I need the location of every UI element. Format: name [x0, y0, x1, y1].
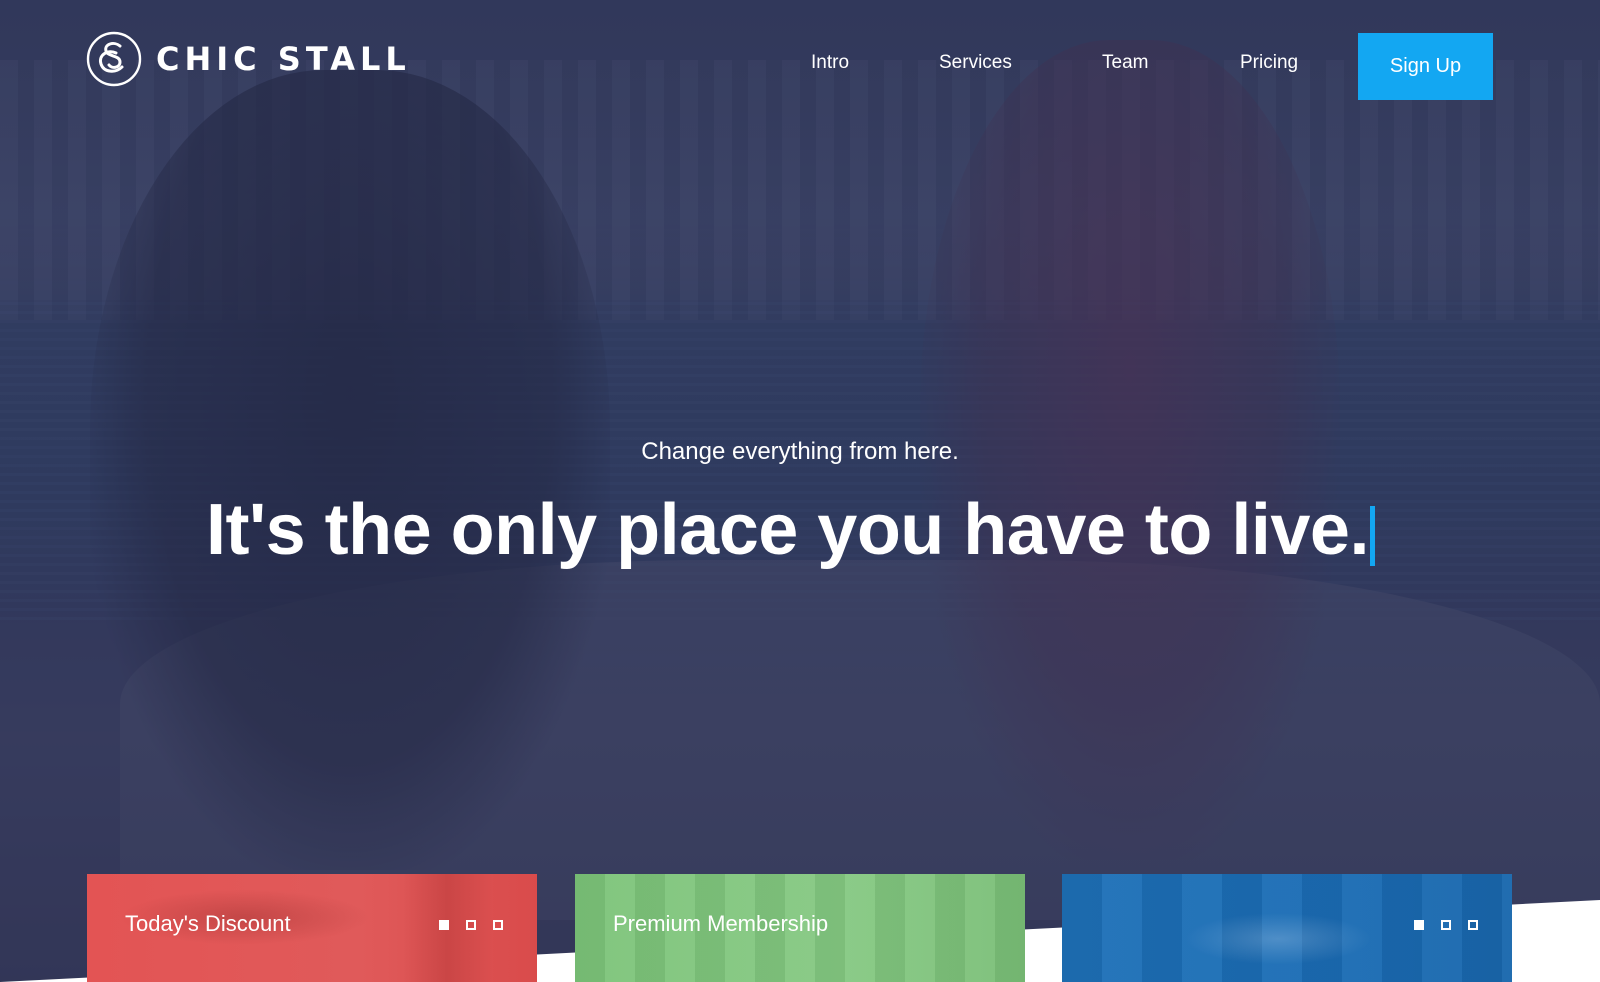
sign-up-button[interactable]: Sign Up	[1358, 33, 1493, 100]
brand-logo[interactable]: CHIC STALL	[86, 31, 411, 87]
nav-link-intro[interactable]: Intro	[811, 49, 849, 77]
nav-link-pricing[interactable]: Pricing	[1240, 49, 1298, 77]
nav-link-team[interactable]: Team	[1102, 49, 1148, 77]
carousel-dot-active[interactable]	[1414, 920, 1424, 930]
carousel-dot[interactable]	[1441, 920, 1451, 930]
hero-headline: It's the only place you have to live.	[206, 490, 1369, 570]
carousel-dot[interactable]	[493, 920, 503, 930]
brand-name: CHIC STALL	[156, 40, 411, 78]
card-premium-membership[interactable]: Premium Membership	[575, 874, 1025, 982]
hero-subtitle: Change everything from here.	[641, 438, 959, 465]
carousel-dot[interactable]	[466, 920, 476, 930]
card-third[interactable]	[1062, 874, 1512, 982]
carousel-dot[interactable]	[1468, 920, 1478, 930]
nav-link-services[interactable]: Services	[939, 49, 1012, 77]
typing-cursor	[1370, 506, 1375, 566]
card-title: Premium Membership	[613, 911, 829, 936]
card-title: Today's Discount	[125, 911, 291, 936]
cs-monogram-icon	[86, 31, 142, 87]
carousel-dot-active[interactable]	[439, 920, 449, 930]
card-todays-discount[interactable]: Today's Discount	[87, 874, 537, 982]
